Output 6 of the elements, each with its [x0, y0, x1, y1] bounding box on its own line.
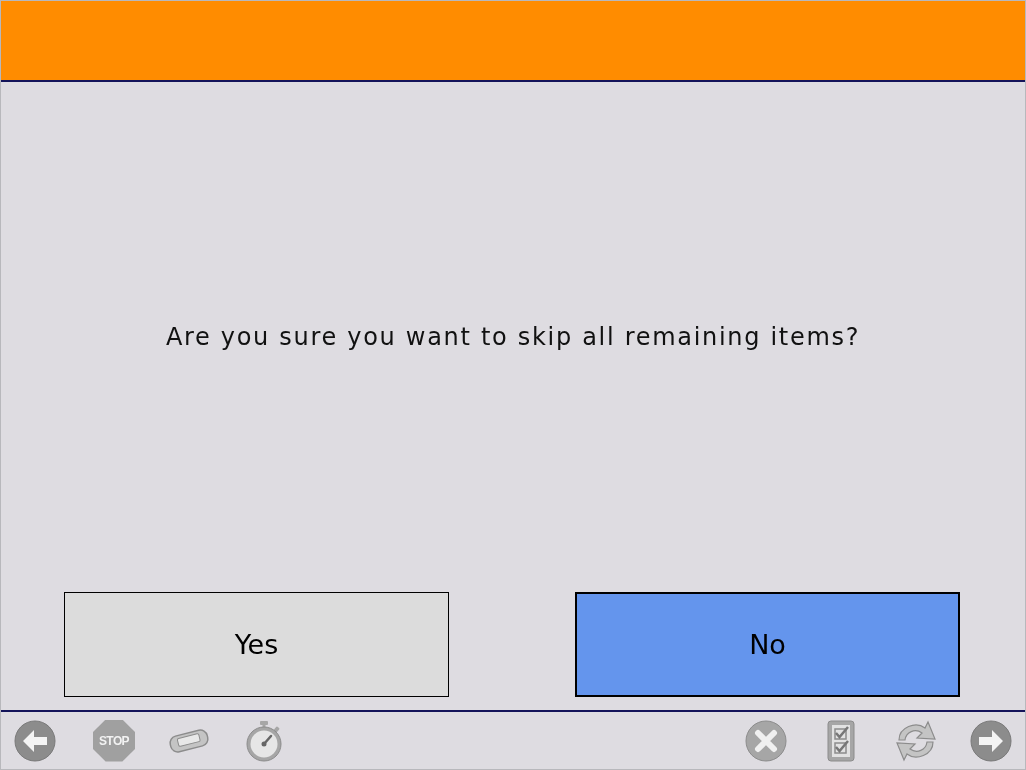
confirm-button[interactable]: Yes [64, 592, 449, 697]
cross-circle-icon [745, 719, 787, 762]
confirmation-message: Are you sure you want to skip all remaining items? [165, 323, 861, 351]
stopwatch-icon [243, 719, 285, 762]
decline-button[interactable]: No [575, 592, 960, 697]
refresh-arrows-icon [895, 719, 937, 762]
